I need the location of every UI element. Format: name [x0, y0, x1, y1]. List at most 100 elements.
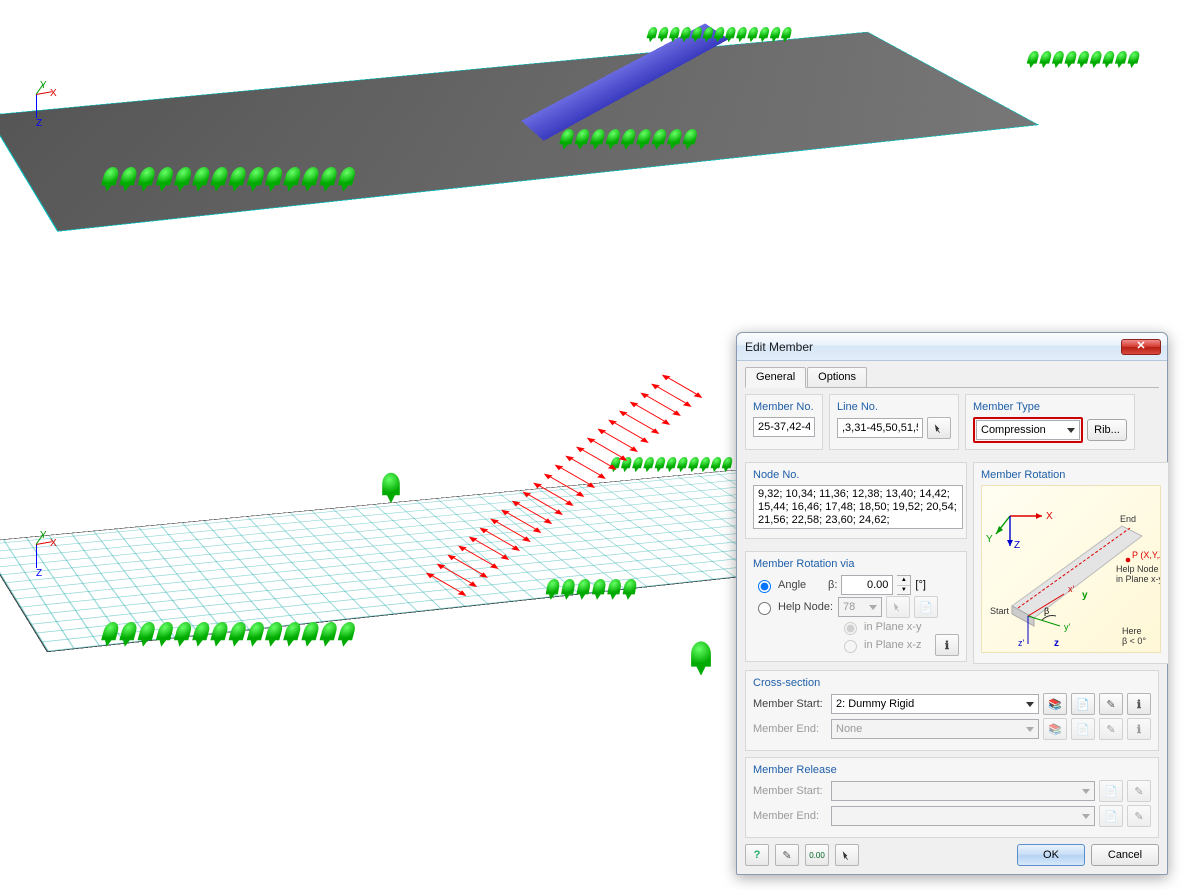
rotation-via-group: Member Rotation via Angle β: ▲▼ [°] Help…	[745, 551, 967, 662]
pick-button[interactable]	[835, 844, 859, 866]
member-no-input[interactable]	[753, 417, 815, 437]
rotation-beta-input[interactable]	[841, 575, 893, 595]
dialog-footer: ? ✎ 0.00 OK Cancel	[745, 844, 1159, 866]
support-mid	[691, 641, 711, 666]
rib-button[interactable]: Rib...	[1087, 419, 1127, 441]
chevron-down-icon	[1082, 814, 1090, 819]
cross-section-label: Cross-section	[753, 677, 1151, 689]
axis-z-label: Z	[36, 568, 42, 579]
cs-start-value: 2: Dummy Rigid	[836, 698, 914, 710]
svg-text:in Plane x-y: in Plane x-y	[1116, 574, 1161, 584]
ok-button[interactable]: OK	[1017, 844, 1085, 866]
member-type-label: Member Type	[973, 401, 1127, 413]
tab-general[interactable]: General	[745, 367, 806, 388]
rotation-via-label: Member Rotation via	[753, 558, 959, 570]
member-no-label: Member No.	[753, 401, 815, 413]
rotation-helpnode-label: Help Node:	[778, 601, 834, 613]
cs-new-button[interactable]: 📄	[1071, 693, 1095, 715]
cs-end-value: None	[836, 723, 862, 735]
rotation-unit: [°]	[915, 579, 926, 591]
pick-line-button[interactable]	[927, 417, 951, 439]
model-rendered-view[interactable]: Y X Z	[10, 0, 1200, 260]
rotation-helpnode-radio[interactable]	[758, 602, 771, 615]
node-no-label: Node No.	[753, 469, 959, 481]
svg-text:Y: Y	[986, 534, 993, 545]
svg-text:z: z	[1054, 638, 1059, 649]
plane-xy-radio	[844, 622, 857, 635]
dialog-body: General Options Member No. Line No.	[737, 361, 1167, 874]
comment-button[interactable]: ✎	[775, 844, 799, 866]
release-end-label: Member End:	[753, 810, 827, 822]
plane-xy-label: in Plane x-y	[864, 621, 921, 633]
close-button[interactable]: ✕	[1121, 339, 1161, 355]
help-node-value: 78	[843, 601, 855, 613]
viewport-3d: Y X Z Y X Z	[0, 0, 1200, 890]
cs-start-label: Member Start:	[753, 698, 827, 710]
cs-library-button: 📚	[1043, 718, 1067, 740]
release-end-dropdown	[831, 806, 1095, 826]
tab-options[interactable]: Options	[807, 367, 867, 387]
cs-start-dropdown[interactable]: 2: Dummy Rigid	[831, 694, 1039, 714]
node-no-display: 9,32; 10,34; 11,36; 12,38; 13,40; 14,42;…	[753, 485, 963, 529]
cs-new-button: 📄	[1071, 718, 1095, 740]
chevron-down-icon	[1067, 428, 1075, 433]
line-no-input[interactable]	[837, 418, 923, 438]
spinner-beta[interactable]: ▲▼	[897, 575, 911, 595]
member-type-value: Compression	[981, 424, 1046, 436]
cs-info-button: ℹ	[1127, 718, 1151, 740]
units-button[interactable]: 0.00	[805, 844, 829, 866]
node-no-group: Node No. 9,32; 10,34; 11,36; 12,38; 13,4…	[745, 462, 967, 539]
svg-text:β: β	[1044, 606, 1049, 616]
release-edit-button: ✎	[1127, 805, 1151, 827]
coord-axes-ucs: Y X Z	[28, 90, 58, 130]
svg-text:Help Node: Help Node	[1116, 564, 1159, 574]
axis-x-label: X	[50, 88, 57, 99]
dialog-tabs: General Options	[745, 367, 1159, 388]
chevron-down-icon	[1026, 702, 1034, 707]
rotation-diagram-label: Member Rotation	[981, 469, 1161, 481]
dialog-titlebar[interactable]: Edit Member ✕	[737, 333, 1167, 361]
member-type-dropdown[interactable]: Compression	[976, 420, 1080, 440]
member-type-highlight: Compression	[973, 417, 1083, 443]
rotation-beta-label: β:	[828, 579, 837, 591]
pick-node-button	[886, 596, 910, 618]
release-start-dropdown	[831, 781, 1095, 801]
help-button[interactable]: ?	[745, 844, 769, 866]
release-edit-button: ✎	[1127, 780, 1151, 802]
svg-text:Z: Z	[1014, 540, 1020, 551]
rotation-angle-label: Angle	[778, 579, 824, 591]
svg-text:β < 0°: β < 0°	[1122, 636, 1146, 646]
supports-row	[645, 27, 792, 43]
rotation-diagram-group: Member Rotation X Y Z P (X,Y,Z) Help N	[973, 462, 1169, 664]
cancel-button[interactable]: Cancel	[1091, 844, 1159, 866]
cs-edit-button[interactable]: ✎	[1099, 693, 1123, 715]
svg-text:X: X	[1046, 511, 1053, 522]
cs-info-button[interactable]: ℹ	[1127, 693, 1151, 715]
release-new-button: 📄	[1099, 805, 1123, 827]
rotation-diagram-icon: X Y Z P (X,Y,Z) Help Node in Plane x-y E…	[981, 485, 1161, 653]
line-no-label: Line No.	[837, 401, 951, 413]
support-mid	[382, 473, 400, 495]
dialog-title: Edit Member	[745, 340, 1121, 354]
svg-text:End: End	[1120, 514, 1136, 524]
member-release-label: Member Release	[753, 764, 1151, 776]
svg-text:z': z'	[1018, 638, 1025, 648]
rotation-angle-radio[interactable]	[758, 580, 771, 593]
supports-row	[557, 129, 698, 151]
release-new-button: 📄	[1099, 780, 1123, 802]
rotation-info-button[interactable]: ℹ	[935, 634, 959, 656]
cs-library-button[interactable]: 📚	[1043, 693, 1067, 715]
supports-row	[99, 622, 357, 648]
svg-text:x': x'	[1068, 584, 1075, 594]
plane-xz-label: in Plane x-z	[864, 639, 921, 651]
svg-text:P (X,Y,Z): P (X,Y,Z)	[1132, 550, 1161, 560]
edit-member-dialog: Edit Member ✕ General Options Member No.…	[736, 332, 1168, 875]
supports-row	[99, 167, 357, 193]
plane-xz-radio	[844, 640, 857, 653]
release-start-label: Member Start:	[753, 785, 827, 797]
cs-end-label: Member End:	[753, 723, 827, 735]
new-node-button: 📄	[914, 596, 938, 618]
svg-text:y: y	[1082, 590, 1088, 601]
help-node-dropdown: 78	[838, 597, 882, 617]
member-release-group: Member Release Member Start: 📄 ✎ Member …	[745, 757, 1159, 838]
